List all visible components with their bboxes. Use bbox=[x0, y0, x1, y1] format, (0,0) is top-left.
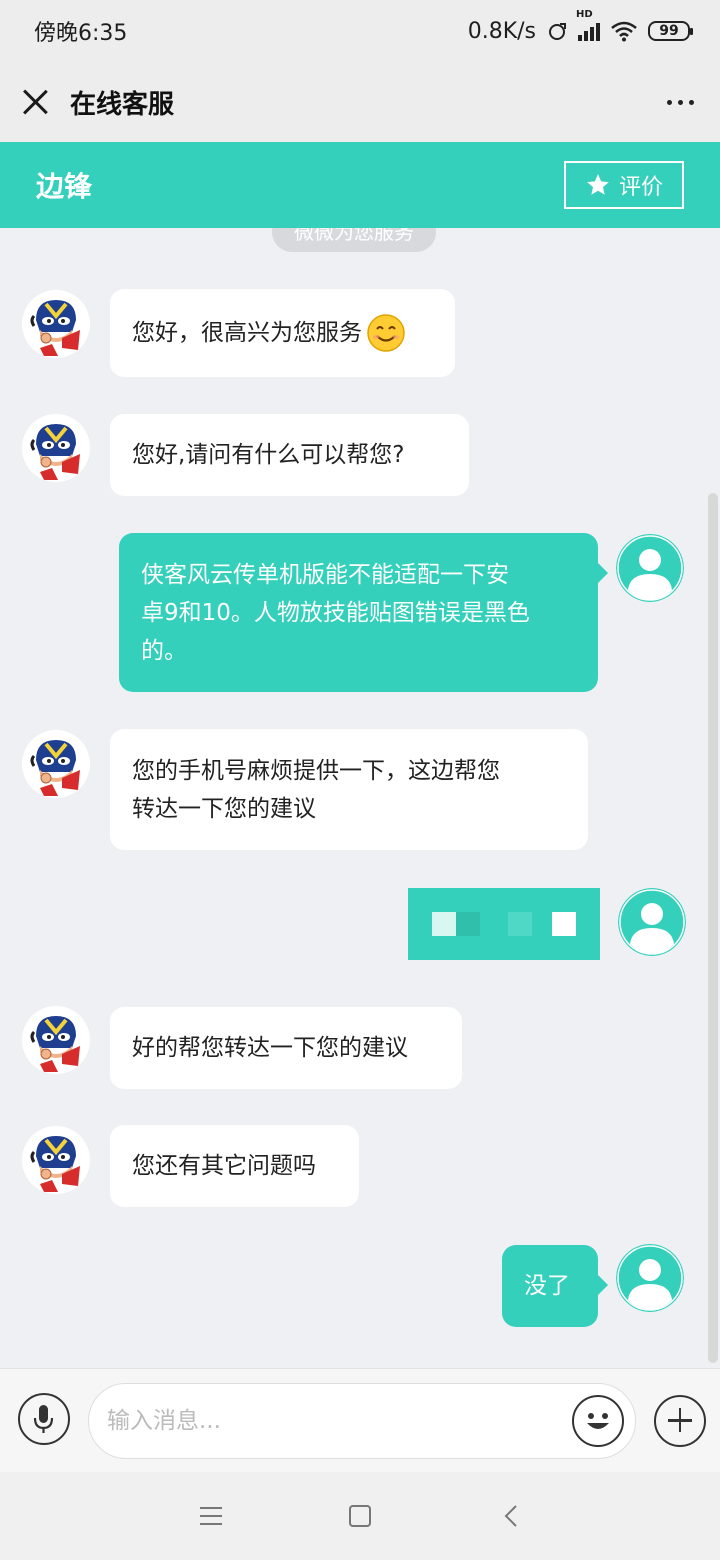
wifi-icon bbox=[611, 21, 637, 42]
recents-menu-icon[interactable] bbox=[200, 1506, 222, 1526]
agent-message: 您好,请问有什么可以帮您? bbox=[110, 414, 469, 496]
voice-button[interactable] bbox=[18, 1393, 70, 1445]
system-notice: 微微为您服务 bbox=[272, 228, 436, 252]
agent-avatar bbox=[22, 1006, 90, 1074]
system-nav-bar bbox=[0, 1472, 720, 1560]
emoji-button[interactable] bbox=[572, 1395, 624, 1447]
message-text: 您好,请问有什么可以帮您? bbox=[132, 442, 405, 468]
redacted-message bbox=[408, 888, 600, 960]
chat-area[interactable]: 微微为您服务 您好，很高兴为您服务 您好,请问有什么可以帮您? 侠客风云传单机版… bbox=[0, 228, 720, 1368]
add-attachment-button[interactable] bbox=[654, 1395, 706, 1447]
user-avatar bbox=[618, 888, 686, 956]
back-icon[interactable] bbox=[500, 1504, 524, 1528]
agent-header: 边锋 评价 bbox=[0, 142, 720, 228]
message-line: 您的手机号麻烦提供一下，这边帮您 bbox=[132, 757, 500, 784]
battery-icon: 99 bbox=[648, 21, 693, 41]
agent-message: 好的帮您转达一下您的建议 bbox=[110, 1007, 462, 1089]
message-line: 侠客风云传单机版能不能适配一下安 bbox=[141, 561, 509, 588]
agent-avatar bbox=[22, 290, 90, 358]
title-bar: 在线客服 bbox=[0, 62, 720, 142]
status-time: 傍晚6:35 bbox=[34, 21, 128, 46]
close-icon[interactable] bbox=[22, 89, 48, 115]
agent-name: 边锋 bbox=[36, 170, 93, 203]
superhero-mascot-icon bbox=[22, 1126, 90, 1194]
star-icon bbox=[587, 174, 609, 195]
scrollbar[interactable] bbox=[708, 493, 718, 1363]
rate-label: 评价 bbox=[618, 175, 663, 200]
smiley-icon bbox=[587, 1413, 609, 1429]
superhero-mascot-icon bbox=[22, 290, 90, 358]
home-icon[interactable] bbox=[349, 1505, 371, 1527]
user-avatar bbox=[616, 534, 684, 602]
message-line: 转达一下您的建议 bbox=[132, 795, 316, 822]
page-title: 在线客服 bbox=[70, 89, 175, 120]
agent-message: 您还有其它问题吗 bbox=[110, 1125, 359, 1207]
message-text: 没了 bbox=[524, 1273, 570, 1299]
superhero-mascot-icon bbox=[22, 414, 90, 482]
rate-button[interactable]: 评价 bbox=[564, 161, 684, 209]
user-message: 没了 bbox=[502, 1245, 608, 1327]
hd-label: HD bbox=[576, 9, 593, 20]
status-bar: 傍晚6:35 0.8K/s HD 99 bbox=[0, 0, 720, 62]
superhero-mascot-icon bbox=[22, 1006, 90, 1074]
message-text: 您还有其它问题吗 bbox=[132, 1153, 316, 1179]
agent-avatar bbox=[22, 1126, 90, 1194]
status-icons: 0.8K/s HD 99 bbox=[467, 9, 693, 44]
message-input[interactable] bbox=[88, 1383, 636, 1459]
microphone-icon bbox=[33, 1405, 54, 1433]
network-speed: 0.8K/s bbox=[467, 18, 536, 44]
more-options-icon[interactable] bbox=[663, 90, 698, 115]
message-text: 您好，很高兴为您服务 bbox=[132, 320, 362, 346]
user-message: 侠客风云传单机版能不能适配一下安 卓9和10。人物放技能贴图错误是黑色 的。 bbox=[119, 533, 608, 692]
message-line: 卓9和10。人物放技能贴图错误是黑色 bbox=[141, 599, 530, 626]
message-text: 好的帮您转达一下您的建议 bbox=[132, 1035, 408, 1061]
agent-message: 您好，很高兴为您服务 bbox=[110, 289, 455, 377]
superhero-mascot-icon bbox=[22, 730, 90, 798]
person-icon bbox=[618, 888, 686, 956]
person-icon bbox=[616, 1244, 684, 1312]
agent-avatar bbox=[22, 730, 90, 798]
sync-icon bbox=[549, 23, 566, 40]
person-icon bbox=[616, 534, 684, 602]
agent-avatar bbox=[22, 414, 90, 482]
battery-level: 99 bbox=[659, 23, 679, 39]
user-avatar bbox=[616, 1244, 684, 1312]
smiling-face-icon bbox=[367, 314, 405, 352]
signal-icon: HD bbox=[576, 9, 600, 41]
message-line: 的。 bbox=[141, 637, 187, 664]
input-bar bbox=[0, 1368, 720, 1472]
agent-message: 您的手机号麻烦提供一下，这边帮您 转达一下您的建议 bbox=[110, 729, 588, 850]
